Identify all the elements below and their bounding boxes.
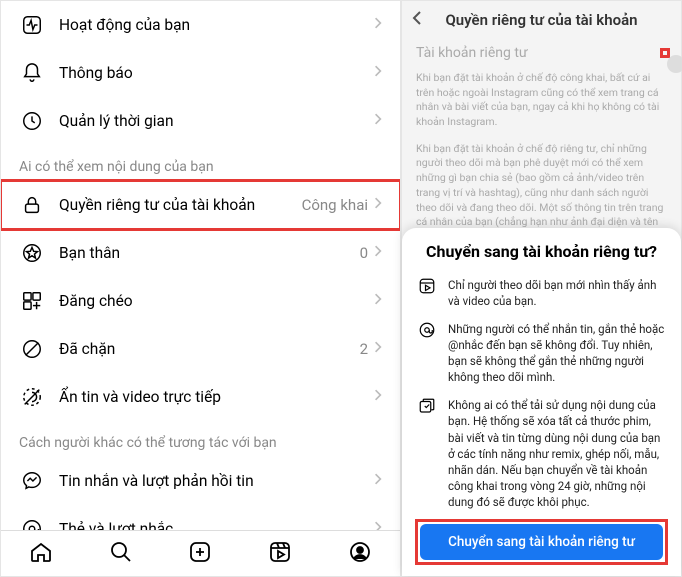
tab-create[interactable] xyxy=(188,540,212,568)
section-how-interact: Cách người khác có thể tương tác với bạn xyxy=(1,421,400,457)
reuse-icon xyxy=(418,397,438,510)
row-label: Đăng chéo xyxy=(59,292,374,310)
row-value: 2 xyxy=(360,340,368,358)
tab-profile[interactable] xyxy=(348,540,372,568)
row-notifications[interactable]: Thông báo xyxy=(1,49,400,97)
row-label: Hoạt động của bạn xyxy=(59,16,374,34)
row-messages[interactable]: Tin nhắn và lượt phản hồi tin xyxy=(1,457,400,505)
sheet-title: Chuyển sang tài khoản riêng tư? xyxy=(418,242,665,261)
row-time-management[interactable]: Quản lý thời gian xyxy=(1,97,400,145)
privacy-description-1: Khi bạn đặt tài khoản ở chế độ công khai… xyxy=(402,67,681,138)
messenger-icon xyxy=(19,468,45,494)
clock-icon xyxy=(19,108,45,134)
chevron-right-icon xyxy=(374,340,382,358)
chevron-right-icon xyxy=(374,196,382,214)
row-crosspost[interactable]: Đăng chéo xyxy=(1,277,400,325)
section-who-can-see: Ai có thể xem nội dung của bạn xyxy=(1,145,400,181)
chevron-right-icon xyxy=(374,292,382,310)
chevron-right-icon xyxy=(374,244,382,262)
row-hide-story[interactable]: Ẩn tin và video trực tiếp xyxy=(1,373,400,421)
sheet-bullet-3: Không ai có thể tải sử dụng nội dung của… xyxy=(418,397,665,510)
chevron-right-icon xyxy=(374,520,382,530)
confirm-sheet: Chuyển sang tài khoản riêng tư? Chỉ ngườ… xyxy=(402,228,681,576)
chevron-right-icon xyxy=(374,16,382,34)
row-label: Tin nhắn và lượt phản hồi tin xyxy=(59,472,374,490)
lock-icon xyxy=(19,192,45,218)
back-button[interactable] xyxy=(412,10,422,30)
row-label: Ẩn tin và video trực tiếp xyxy=(59,388,374,406)
toggle-label: Tài khoản riêng tư xyxy=(416,45,663,61)
sheet-bullet-2: Những người có thể nhắn tin, gắn thẻ hoặ… xyxy=(418,321,665,385)
row-value: Công khai xyxy=(302,196,368,214)
bell-icon xyxy=(19,60,45,86)
mention-icon xyxy=(19,516,45,530)
row-label: Thông báo xyxy=(59,64,374,82)
row-label: Quản lý thời gian xyxy=(59,112,374,130)
row-blocked[interactable]: Đã chặn 2 xyxy=(1,325,400,373)
cta-highlight: Chuyển sang tài khoản riêng tư xyxy=(418,522,665,562)
row-label: Đã chặn xyxy=(59,340,360,358)
toggle-highlight xyxy=(663,51,667,55)
bullet-text: Không ai có thể tải sử dụng nội dung của… xyxy=(448,397,665,510)
settings-list: Hoạt động của bạn Thông báo Quản lý thời… xyxy=(1,1,400,530)
tab-home[interactable] xyxy=(29,540,53,568)
chevron-right-icon xyxy=(374,388,382,406)
row-label: Thẻ và lượt nhắc xyxy=(59,520,374,530)
crosspost-icon xyxy=(19,288,45,314)
detail-title: Quyền riêng tư của tài khoản xyxy=(445,11,637,29)
block-icon xyxy=(19,336,45,362)
row-label: Bạn thân xyxy=(59,244,360,262)
bullet-text: Chỉ người theo dõi bạn mới nhìn thấy ảnh… xyxy=(448,277,665,309)
bullet-text: Những người có thể nhắn tin, gắn thẻ hoặ… xyxy=(448,321,665,385)
activity-icon xyxy=(19,12,45,38)
sheet-bullet-1: Chỉ người theo dõi bạn mới nhìn thấy ảnh… xyxy=(418,277,665,309)
bottom-tab-bar xyxy=(1,530,400,576)
detail-header: Quyền riêng tư của tài khoản xyxy=(402,1,681,39)
tab-reels[interactable] xyxy=(268,540,292,568)
row-activity[interactable]: Hoạt động của bạn xyxy=(1,1,400,49)
chevron-right-icon xyxy=(374,472,382,490)
row-account-privacy[interactable]: Quyền riêng tư của tài khoản Công khai xyxy=(1,181,400,229)
row-close-friends[interactable]: Bạn thân 0 xyxy=(1,229,400,277)
chevron-right-icon xyxy=(374,64,382,82)
row-tags-mentions[interactable]: Thẻ và lượt nhắc xyxy=(1,505,400,530)
row-value: 0 xyxy=(360,244,368,262)
privacy-detail-panel: Quyền riêng tư của tài khoản Tài khoản r… xyxy=(402,1,681,576)
row-label: Quyền riêng tư của tài khoản xyxy=(59,196,302,214)
hide-icon xyxy=(19,384,45,410)
reels-icon xyxy=(418,277,438,309)
mention-icon xyxy=(418,321,438,385)
switch-private-button[interactable]: Chuyển sang tài khoản riêng tư xyxy=(420,524,663,560)
settings-list-panel: Hoạt động của bạn Thông báo Quản lý thời… xyxy=(1,1,402,576)
private-account-row: Tài khoản riêng tư xyxy=(402,39,681,67)
chevron-right-icon xyxy=(374,112,382,130)
star-icon xyxy=(19,240,45,266)
tab-search[interactable] xyxy=(109,540,133,568)
